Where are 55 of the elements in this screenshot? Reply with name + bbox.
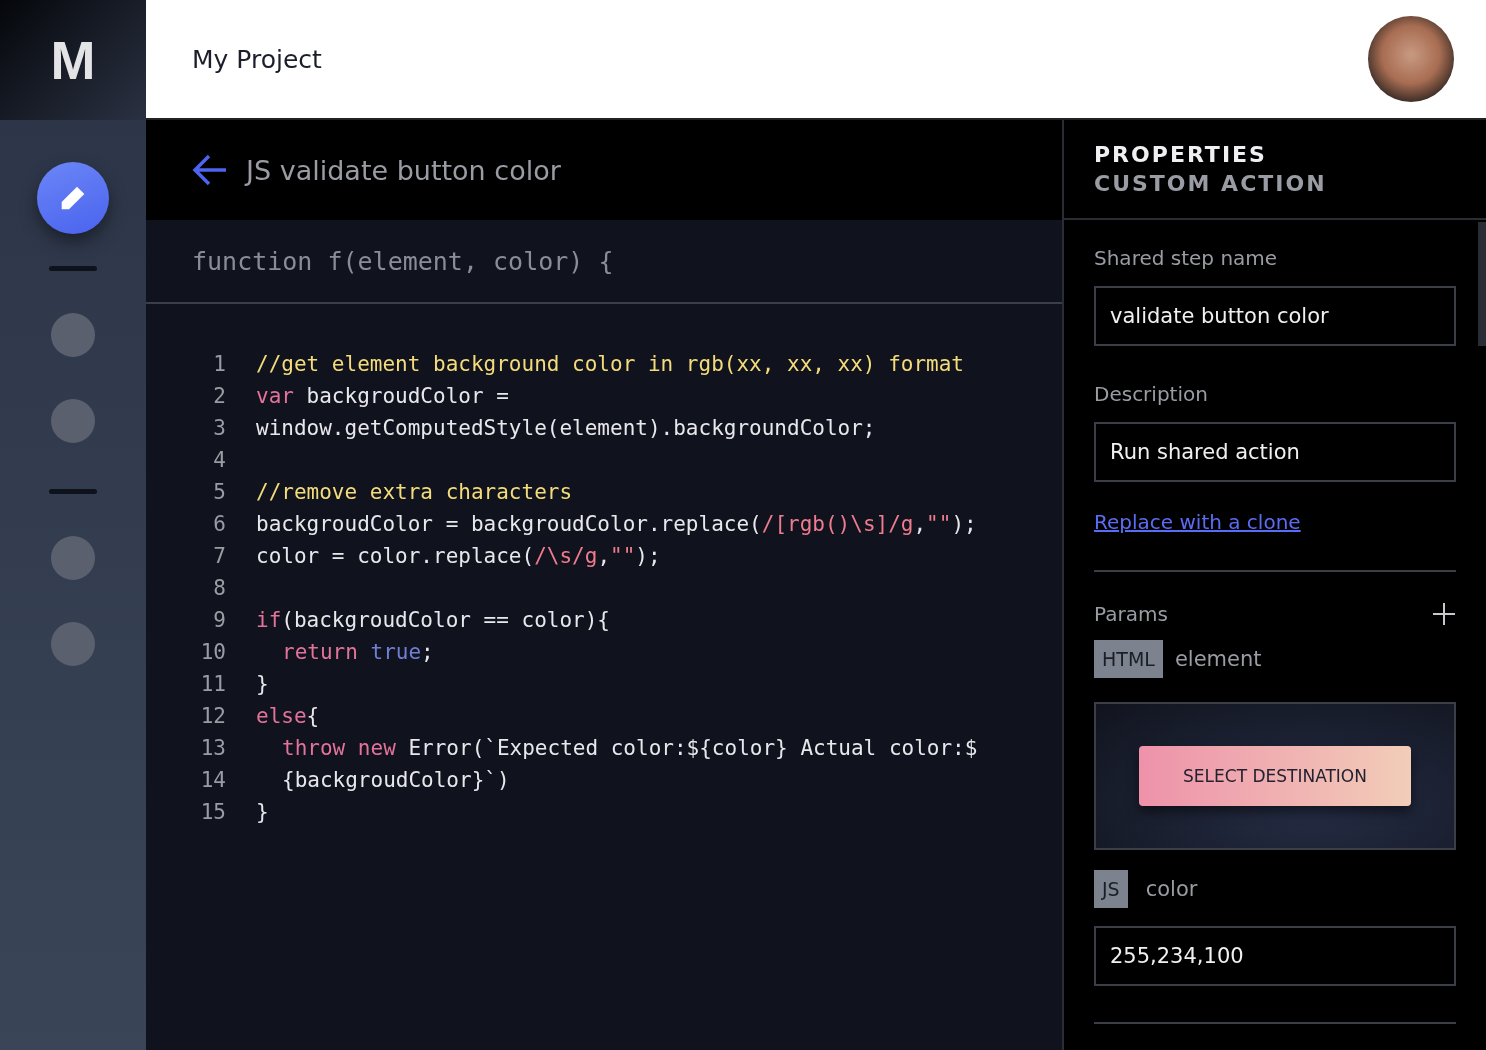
preview-button[interactable]: SELECT DESTINATION [1139, 746, 1411, 806]
line-number: 3 [212, 416, 226, 440]
logo: M [50, 29, 96, 91]
function-signature: function f(element, color) { [146, 220, 1062, 304]
line-number: 1 [212, 352, 226, 376]
nav-item[interactable] [51, 399, 95, 443]
line-number: 4 [212, 448, 226, 472]
code-line: backgroudColor = backgroudColor.replace(/[rgb()\s]/g,""); [256, 512, 977, 536]
params-label: Params [1094, 602, 1168, 626]
code-line: throw new Error(`Expected color:${color} Actual color:$ [281, 736, 978, 760]
line-number: 15 [199, 800, 226, 824]
param-name: element [1174, 647, 1262, 671]
field-label: Shared step name [1094, 246, 1279, 270]
nav-item[interactable] [51, 313, 95, 357]
field-label: Description [1094, 382, 1209, 406]
code-line: //get element background color in rgb(xx, xx, xx) format [256, 352, 964, 376]
input-field[interactable]: Run shared action [1094, 422, 1456, 482]
line-number: 6 [212, 512, 226, 536]
code-line: //remove extra characters [256, 480, 573, 504]
back-arrow-icon [192, 152, 228, 188]
line-number: 10 [199, 640, 226, 664]
input-field[interactable]: validate button color [1094, 286, 1456, 346]
line-number: 8 [212, 576, 226, 600]
input-field[interactable]: 255,234,100 [1094, 926, 1456, 986]
panel-title: PROPERTIES [1094, 142, 1268, 167]
code-line: window.getComputedStyle(element).backgroundColor; [256, 416, 876, 440]
panel-subtitle: CUSTOM ACTION [1094, 171, 1328, 196]
line-number: 9 [212, 608, 226, 632]
nav-item[interactable] [51, 536, 95, 580]
scrollbar[interactable] [1478, 222, 1486, 346]
code-line: if(backgroudColor == color){ [256, 608, 611, 632]
type-tag: JS [1094, 870, 1128, 908]
nav-item[interactable] [51, 622, 95, 666]
add-button[interactable] [1432, 602, 1456, 626]
back-button[interactable] [192, 152, 228, 188]
code-line: else{ [256, 704, 320, 728]
line-number: 11 [199, 672, 226, 696]
plus-icon [1432, 602, 1456, 626]
code-line: color = color.replace(/\s/g,""); [256, 544, 661, 568]
script-title: JS validate button color [246, 154, 561, 186]
code-line: } [256, 800, 269, 824]
type-tag: HTML [1094, 640, 1163, 678]
replace-link[interactable]: Replace with a clone [1094, 510, 1301, 534]
line-number: 5 [212, 480, 226, 504]
code-line: var backgroudColor = [256, 384, 509, 408]
line-number: 7 [212, 544, 226, 568]
code-line: return true; [281, 640, 434, 664]
line-number: 14 [199, 768, 226, 792]
project-title: My Project [192, 44, 322, 74]
code-line: {backgroudColor}`) [281, 768, 510, 792]
line-number: 2 [212, 384, 226, 408]
line-number: 13 [199, 736, 226, 760]
param-name: color [1145, 877, 1198, 901]
line-number: 12 [199, 704, 226, 728]
code-line: } [256, 672, 269, 696]
